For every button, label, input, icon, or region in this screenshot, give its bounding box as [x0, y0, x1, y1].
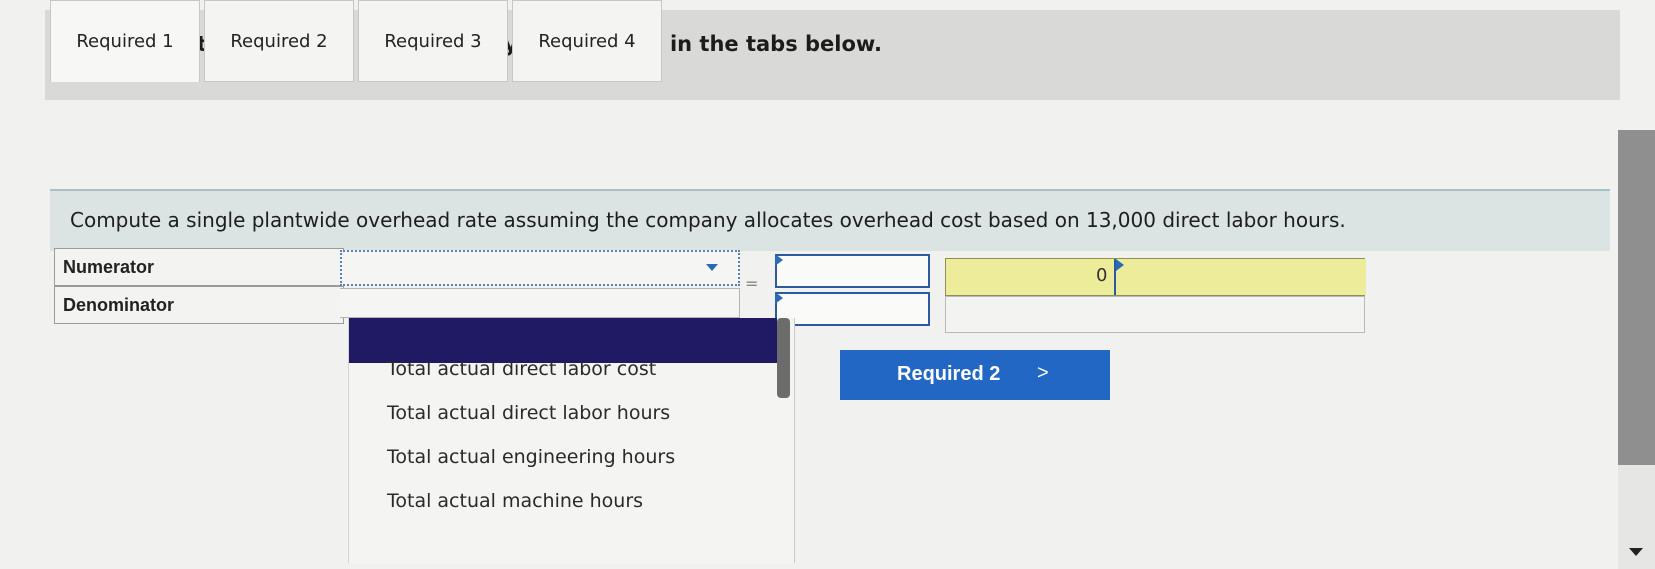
numerator-select[interactable] [340, 250, 740, 286]
result-row: 0 [945, 258, 1366, 296]
result-row-blank [945, 296, 1365, 333]
next-button-label: Required 2 [897, 363, 1001, 385]
tab-required-1[interactable]: Required 1 [50, 0, 200, 82]
result-value: 0 [1096, 265, 1108, 286]
scroll-down-icon[interactable] [1629, 548, 1643, 556]
question-bar: Compute a single plantwide overhead rate… [50, 191, 1610, 251]
page-scrollbar[interactable] [1618, 130, 1655, 569]
result-input[interactable] [1114, 259, 1366, 295]
dropdown-option[interactable]: Total actual machine hours [387, 490, 643, 512]
dropdown-menu: Total actual direct labor cost Total act… [348, 318, 795, 563]
tab-required-4[interactable]: Required 4 [512, 0, 662, 82]
dropdown-scrollbar[interactable] [777, 318, 790, 398]
dropdown-option[interactable]: Total actual direct labor hours [387, 402, 670, 424]
denominator-label: Denominator [54, 286, 344, 324]
chevron-down-icon[interactable] [706, 264, 718, 271]
scroll-thumb[interactable] [1618, 130, 1655, 465]
chevron-right-icon: > [1037, 362, 1049, 384]
equals-sign: = [745, 274, 759, 293]
denominator-amount-input[interactable] [775, 292, 930, 326]
tab-required-2[interactable]: Required 2 [204, 0, 354, 82]
tab-required-3[interactable]: Required 3 [358, 0, 508, 82]
next-required-2-button[interactable]: Required 2 > [840, 350, 1110, 400]
denominator-select[interactable] [340, 288, 740, 318]
question-text: Compute a single plantwide overhead rate… [70, 208, 1346, 232]
dropdown-option[interactable]: Total actual engineering hours [387, 446, 675, 468]
flag-icon [1116, 259, 1124, 271]
flag-icon [775, 292, 783, 304]
numerator-amount-input[interactable] [775, 254, 930, 288]
dropdown-option[interactable]: Total actual direct labor cost [387, 358, 656, 380]
numerator-label: Numerator [54, 248, 344, 286]
dropdown-highlighted-option[interactable] [349, 318, 777, 363]
flag-icon [775, 254, 783, 266]
